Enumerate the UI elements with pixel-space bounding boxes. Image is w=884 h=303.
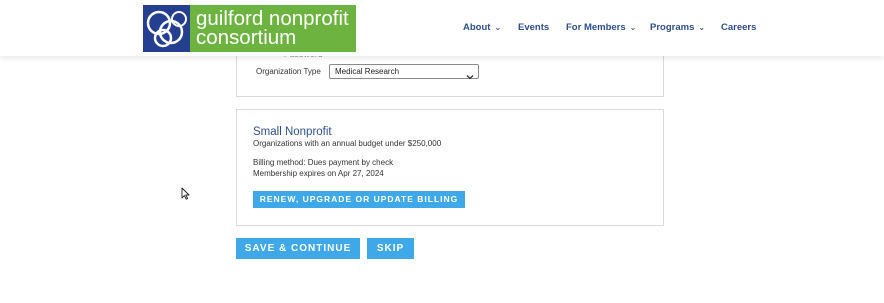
nav-item-about[interactable]: About ⌄ [463, 22, 501, 33]
nav-item-programs[interactable]: Programs ⌄ [650, 22, 705, 33]
logo-line-2: consortium [196, 26, 297, 49]
nav-item-careers[interactable]: Careers [721, 22, 756, 33]
nav-item-label: About [463, 22, 491, 33]
plan-title: Small Nonprofit [253, 126, 332, 138]
nav-item-label: Programs [650, 22, 695, 33]
plan-description: Organizations with an annual budget unde… [253, 139, 442, 148]
save-continue-button[interactable]: SAVE & CONTINUE [236, 238, 360, 259]
nav-item-events[interactable]: Events [518, 22, 549, 33]
nav-item-label: Events [518, 22, 550, 33]
mouse-cursor-icon [181, 187, 190, 200]
chevron-down-icon [466, 68, 474, 86]
nav-item-label: Careers [721, 22, 757, 33]
org-type-value: Medical Research [335, 67, 400, 76]
renew-upgrade-billing-button[interactable]: RENEW, UPGRADE OR UPDATE BILLING [253, 191, 465, 208]
logo-mark-icon [143, 5, 190, 52]
chevron-down-icon: ⌄ [698, 23, 706, 32]
org-type-select[interactable]: Medical Research [329, 64, 479, 80]
nav-item-label: For Members [566, 22, 626, 33]
chevron-down-icon: ⌄ [629, 23, 637, 32]
membership-expiration: Membership expires on Apr 27, 2024 [253, 169, 384, 178]
skip-button[interactable]: SKIP [367, 238, 414, 259]
logo-wordmark: guilford nonprofit consortium [190, 5, 356, 52]
chevron-down-icon: ⌄ [494, 23, 502, 32]
site-logo[interactable]: guilford nonprofit consortium [143, 5, 356, 52]
nav-item-for-members[interactable]: For Members ⌄ [566, 22, 636, 33]
billing-method: Billing method: Dues payment by check [253, 158, 394, 167]
org-type-label: Organization Type [256, 67, 321, 76]
site-header: guilford nonprofit consortium About ⌄ Eve… [0, 0, 884, 56]
